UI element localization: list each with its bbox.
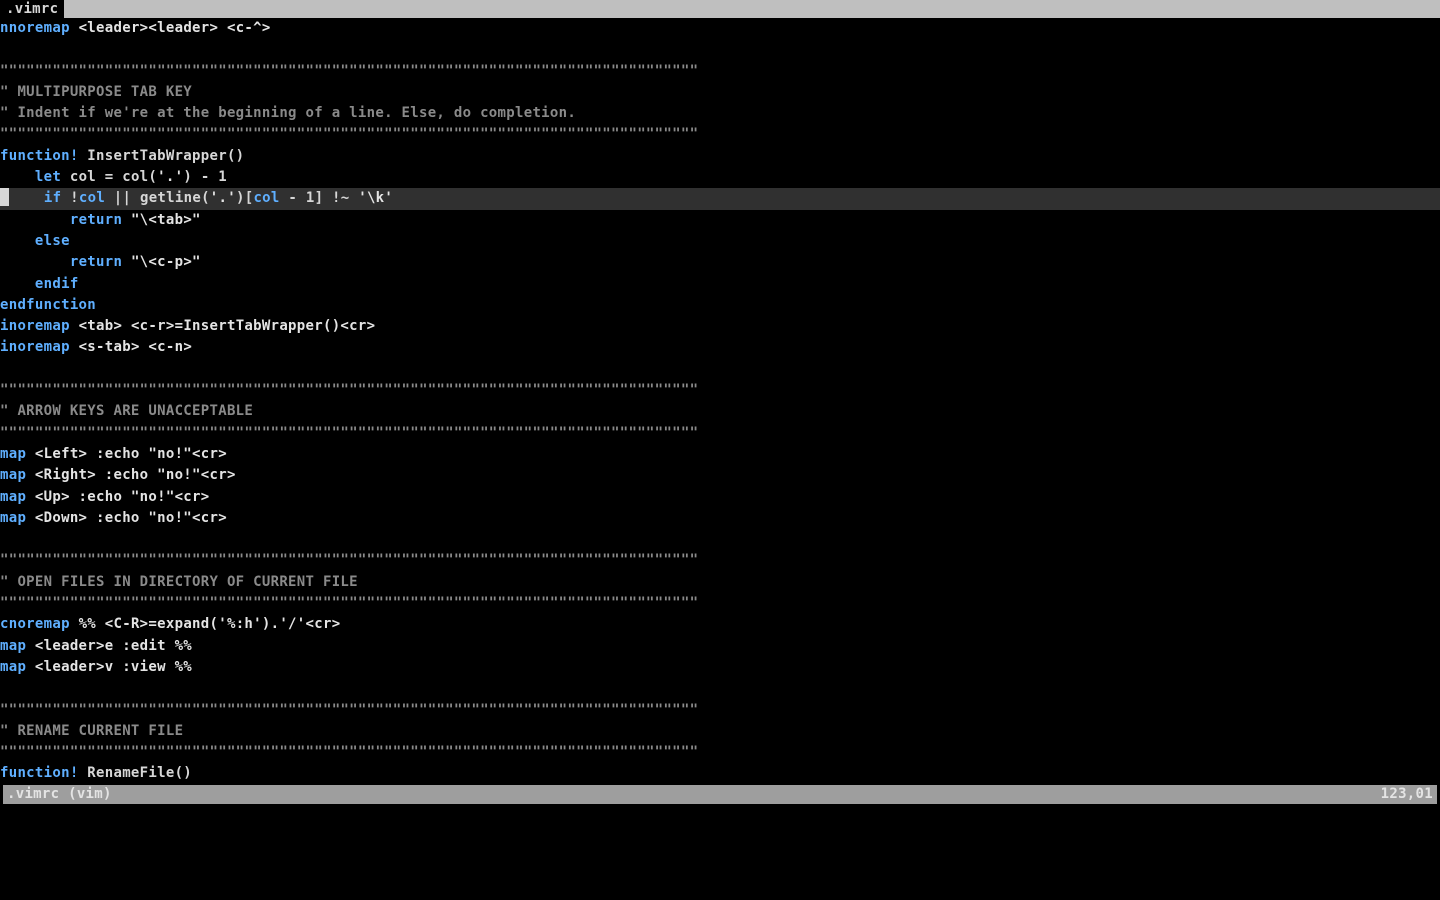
code-line: map <leader>e :edit %%	[0, 636, 1440, 657]
code-line: " RENAME CURRENT FILE	[0, 721, 1440, 742]
editor-buffer[interactable]: nnoremap <leader><leader> <c-^> """"""""…	[0, 18, 1440, 785]
code-line: map <Right> :echo "no!"<cr>	[0, 465, 1440, 486]
code-line: map <leader>v :view %%	[0, 657, 1440, 678]
code-line: inoremap <s-tab> <c-n>	[0, 337, 1440, 358]
code-line: """"""""""""""""""""""""""""""""""""""""…	[0, 380, 1440, 401]
code-line: map <Up> :echo "no!"<cr>	[0, 487, 1440, 508]
code-line: """"""""""""""""""""""""""""""""""""""""…	[0, 593, 1440, 614]
code-line: nnoremap <leader><leader> <c-^>	[0, 18, 1440, 39]
code-line: """"""""""""""""""""""""""""""""""""""""…	[0, 700, 1440, 721]
code-line	[0, 359, 1440, 380]
status-pos: 123,01	[1381, 784, 1433, 805]
tab-bar: .vimrc	[0, 0, 1440, 18]
code-line: """"""""""""""""""""""""""""""""""""""""…	[0, 550, 1440, 571]
code-line: " MULTIPURPOSE TAB KEY	[0, 82, 1440, 103]
code-line: " ARROW KEYS ARE UNACCEPTABLE	[0, 401, 1440, 422]
code-line	[0, 678, 1440, 699]
status-bar: .vimrc (vim) 123,01	[3, 785, 1437, 804]
code-line: else	[0, 231, 1440, 252]
status-file: .vimrc (vim)	[7, 784, 112, 805]
tab-vimrc[interactable]: .vimrc	[0, 0, 64, 18]
code-line: " OPEN FILES IN DIRECTORY OF CURRENT FIL…	[0, 572, 1440, 593]
code-line: """"""""""""""""""""""""""""""""""""""""…	[0, 742, 1440, 763]
code-line: return "\<tab>"	[0, 210, 1440, 231]
code-line: cnoremap %% <C-R>=expand('%:h').'/'<cr>	[0, 614, 1440, 635]
cursor	[0, 188, 9, 206]
code-line: endif	[0, 274, 1440, 295]
code-line: let col = col('.') - 1	[0, 167, 1440, 188]
code-line: endfunction	[0, 295, 1440, 316]
code-line: " Indent if we're at the beginning of a …	[0, 103, 1440, 124]
code-line	[0, 529, 1440, 550]
code-line: inoremap <tab> <c-r>=InsertTabWrapper()<…	[0, 316, 1440, 337]
code-line-current: if !col || getline('.')[col - 1] !~ '\k'	[0, 188, 1440, 209]
code-line: map <Left> :echo "no!"<cr>	[0, 444, 1440, 465]
code-line: """"""""""""""""""""""""""""""""""""""""…	[0, 124, 1440, 145]
code-line: function! InsertTabWrapper()	[0, 146, 1440, 167]
code-line: function! RenameFile()	[0, 763, 1440, 784]
code-line: """"""""""""""""""""""""""""""""""""""""…	[0, 61, 1440, 82]
code-line	[0, 39, 1440, 60]
code-line: map <Down> :echo "no!"<cr>	[0, 508, 1440, 529]
code-line: return "\<c-p>"	[0, 252, 1440, 273]
code-line: """"""""""""""""""""""""""""""""""""""""…	[0, 423, 1440, 444]
